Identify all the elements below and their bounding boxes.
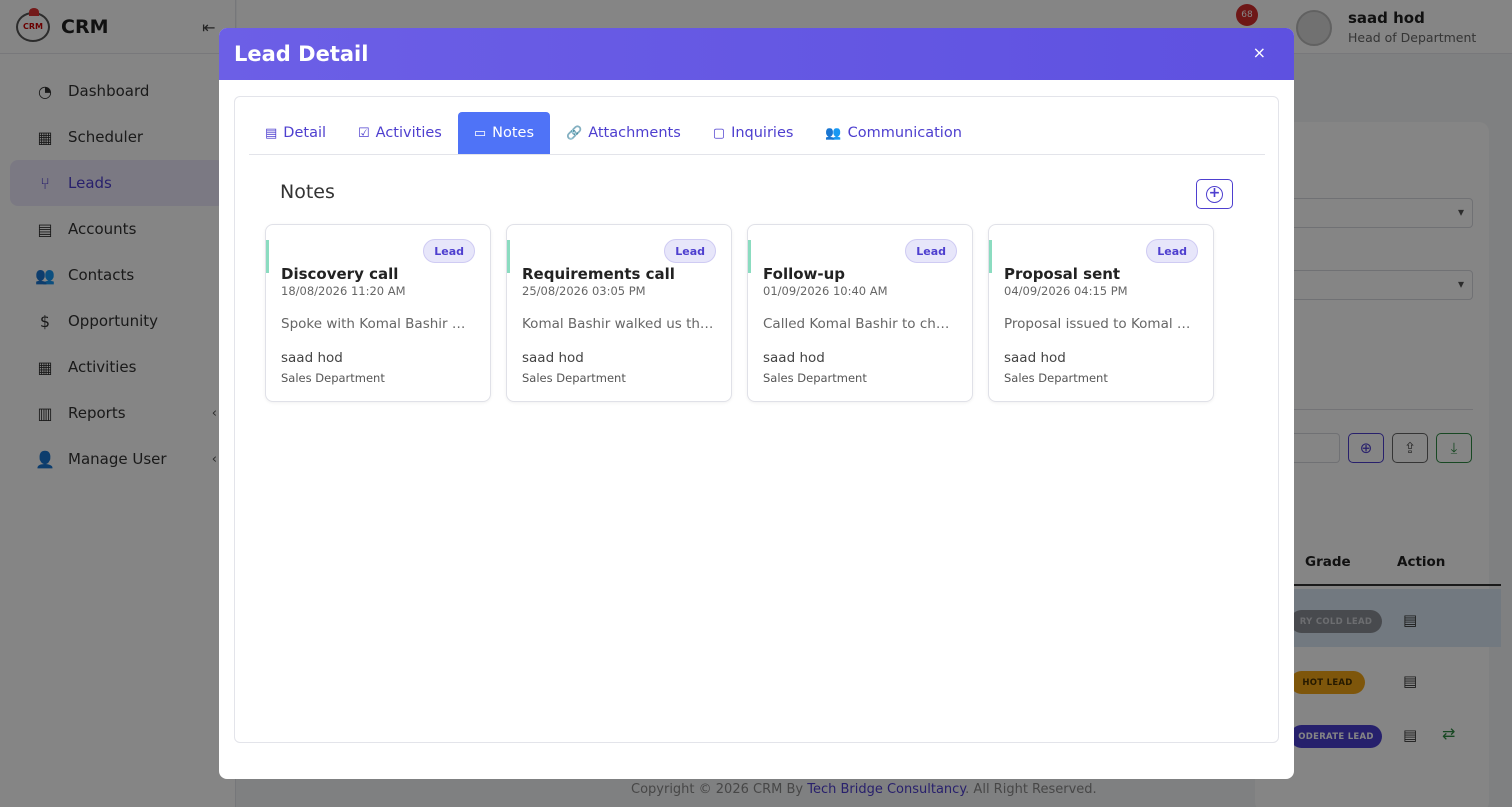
tab-label: Inquiries [731,125,794,141]
modal-title: Lead Detail [234,42,369,66]
note-author: saad hod [281,350,343,366]
note-tag: Lead [423,239,475,263]
card-accent [266,240,269,273]
tab-notes[interactable]: ▭ Notes [457,112,551,154]
note-card[interactable]: Lead Discovery call 18/08/2026 11:20 AM … [265,224,491,402]
tab-communication[interactable]: 👥 Communication [809,112,977,154]
comment-icon: ▭ [473,125,487,141]
note-tag: Lead [664,239,716,263]
note-department: Sales Department [281,371,385,385]
tab-label: Communication [847,125,962,141]
note-date: 04/09/2026 04:15 PM [1004,284,1128,298]
card-accent [989,240,992,273]
notes-list: Lead Discovery call 18/08/2026 11:20 AM … [265,224,1229,402]
note-card[interactable]: Lead Follow-up 01/09/2026 10:40 AM Calle… [747,224,973,402]
note-department: Sales Department [763,371,867,385]
note-author: saad hod [1004,350,1066,366]
note-date: 18/08/2026 11:20 AM [281,284,406,298]
tab-bar: ▤ Detail ☑ Activities ▭ Notes 🔗 Attachments … [249,112,1265,155]
note-tag: Lead [1146,239,1198,263]
note-title: Requirements call [522,265,675,283]
chat-icon: ▢ [712,125,726,141]
users-icon: 👥 [825,125,842,141]
note-author: saad hod [763,350,825,366]
link-icon: 🔗 [566,125,583,141]
note-description: Komal Bashir walked us through the requi… [522,316,714,332]
tab-label: Detail [283,125,327,141]
tab-attachments[interactable]: 🔗 Attachments [550,112,697,154]
card-accent [748,240,751,273]
tab-label: Activities [375,125,442,141]
note-description: Called Komal Bashir to check on progress [763,316,955,332]
note-card[interactable]: Lead Requirements call 25/08/2026 03:05 … [506,224,732,402]
clipboard-check-icon: ☑ [358,125,370,141]
notes-heading: Notes [280,181,335,203]
modal-body: ▤ Detail ☑ Activities ▭ Notes 🔗 Attachments … [234,96,1279,743]
plus-circle-icon: + [1206,185,1223,203]
note-date: 25/08/2026 03:05 PM [522,284,646,298]
note-date: 01/09/2026 10:40 AM [763,284,888,298]
note-description: Proposal issued to Komal Bashir for revi… [1004,316,1196,332]
tab-activities[interactable]: ☑ Activities [342,112,458,154]
note-department: Sales Department [522,371,626,385]
modal-header: Lead Detail × [219,28,1294,80]
note-title: Proposal sent [1004,265,1121,283]
note-title: Follow-up [763,265,846,283]
note-title: Discovery call [281,265,399,283]
note-author: saad hod [522,350,584,366]
note-tag: Lead [905,239,957,263]
note-card[interactable]: Lead Proposal sent 04/09/2026 04:15 PM P… [988,224,1214,402]
note-department: Sales Department [1004,371,1108,385]
tab-label: Attachments [588,125,681,141]
document-icon: ▤ [265,125,278,141]
note-description: Spoke with Komal Bashir about their requ… [281,316,473,332]
tab-detail[interactable]: ▤ Detail [249,112,342,154]
tab-inquiries[interactable]: ▢ Inquiries [697,112,810,154]
card-accent [507,240,510,273]
close-icon[interactable]: × [1253,43,1266,62]
add-note-button[interactable]: + [1196,179,1233,209]
tab-label: Notes [492,125,535,141]
lead-detail-modal: Lead Detail × ▤ Detail ☑ Activities ▭ Notes… [219,28,1294,779]
